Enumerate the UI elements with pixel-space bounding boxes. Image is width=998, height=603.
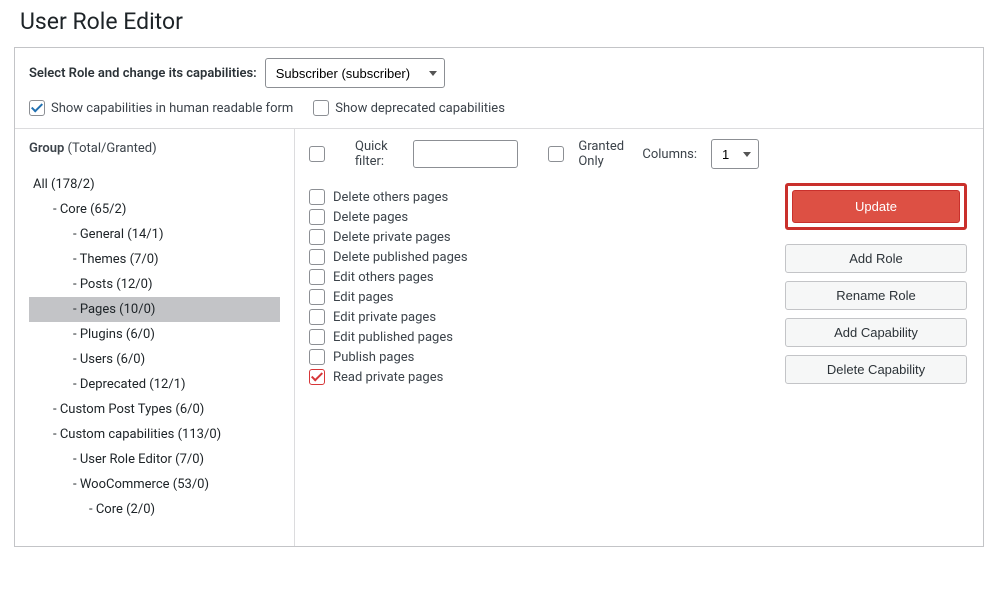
capability-checkbox[interactable] [309, 209, 325, 225]
capability-checkbox[interactable] [309, 229, 325, 245]
role-select-label: Select Role and change its capabilities: [29, 66, 257, 81]
page-title: User Role Editor [0, 0, 998, 47]
actions-column: Update Add Role Rename Role Add Capabili… [773, 129, 983, 546]
capability-item: Delete published pages [309, 247, 759, 267]
human-readable-label: Show capabilities in human readable form [51, 101, 293, 116]
deprecated-label: Show deprecated capabilities [335, 101, 505, 116]
editor-panel: Select Role and change its capabilities:… [14, 47, 984, 547]
group-item[interactable]: - Users (6/0) [29, 347, 280, 372]
quick-filter-label: Quick filter: [355, 139, 399, 169]
group-item[interactable]: - Custom Post Types (6/0) [29, 397, 280, 422]
capability-label: Edit others pages [333, 270, 434, 285]
capability-checkbox[interactable] [309, 189, 325, 205]
deprecated-checkbox[interactable] [313, 100, 329, 116]
select-all-checkbox[interactable] [309, 146, 325, 162]
capability-checkbox[interactable] [309, 269, 325, 285]
main-area: Group (Total/Granted) All (178/2)- Core … [15, 129, 983, 546]
capability-item: Read private pages [309, 367, 759, 387]
capability-item: Delete others pages [309, 187, 759, 207]
capability-checkbox[interactable] [309, 289, 325, 305]
group-item[interactable]: - User Role Editor (7/0) [29, 447, 280, 472]
update-button[interactable]: Update [792, 190, 960, 223]
capability-item: Edit pages [309, 287, 759, 307]
quick-filter-input[interactable] [413, 140, 518, 168]
granted-only-checkbox[interactable] [548, 146, 564, 162]
options-row: Show capabilities in human readable form… [15, 96, 983, 128]
capability-label: Read private pages [333, 370, 443, 385]
capability-label: Delete published pages [333, 250, 468, 265]
add-capability-button[interactable]: Add Capability [785, 318, 967, 347]
group-tree: All (178/2)- Core (65/2)- General (14/1)… [29, 172, 280, 522]
capability-label: Edit pages [333, 290, 394, 305]
capability-item: Edit others pages [309, 267, 759, 287]
capability-label: Delete others pages [333, 190, 448, 205]
role-select[interactable]: Subscriber (subscriber) [265, 58, 445, 88]
capability-label: Publish pages [333, 350, 414, 365]
filter-row: Quick filter: Granted Only Columns: 1 [309, 139, 759, 169]
capability-label: Edit published pages [333, 330, 453, 345]
capability-checkbox[interactable] [309, 349, 325, 365]
group-item[interactable]: - Core (2/0) [29, 497, 280, 522]
update-highlight: Update [785, 183, 967, 230]
capability-list: Delete others pages Delete pages Delete pr… [309, 187, 759, 387]
role-select-row: Select Role and change its capabilities:… [15, 48, 983, 96]
capability-item: Edit published pages [309, 327, 759, 347]
group-item[interactable]: - WooCommerce (53/0) [29, 472, 280, 497]
capability-item: Edit private pages [309, 307, 759, 327]
capability-label: Delete private pages [333, 230, 451, 245]
group-item[interactable]: - Plugins (6/0) [29, 322, 280, 347]
add-role-button[interactable]: Add Role [785, 244, 967, 273]
human-readable-checkbox[interactable] [29, 100, 45, 116]
capability-item: Delete pages [309, 207, 759, 227]
group-item[interactable]: - Core (65/2) [29, 197, 280, 222]
group-header: Group (Total/Granted) [29, 141, 280, 156]
group-item[interactable]: - Posts (12/0) [29, 272, 280, 297]
capability-checkbox[interactable] [309, 249, 325, 265]
granted-only-label: Granted Only [578, 139, 628, 169]
capability-checkbox[interactable] [309, 309, 325, 325]
capability-item: Delete private pages [309, 227, 759, 247]
delete-capability-button[interactable]: Delete Capability [785, 355, 967, 384]
group-item[interactable]: All (178/2) [29, 172, 280, 197]
capabilities-column: Quick filter: Granted Only Columns: 1 De… [295, 129, 773, 546]
capability-item: Publish pages [309, 347, 759, 367]
capability-checkbox[interactable] [309, 329, 325, 345]
capability-label: Delete pages [333, 210, 408, 225]
group-item[interactable]: - Pages (10/0) [29, 297, 280, 322]
group-item[interactable]: - Deprecated (12/1) [29, 372, 280, 397]
columns-label: Columns: [642, 147, 697, 162]
capability-label: Edit private pages [333, 310, 436, 325]
content-area: Quick filter: Granted Only Columns: 1 De… [295, 129, 983, 546]
group-item[interactable]: - Themes (7/0) [29, 247, 280, 272]
rename-role-button[interactable]: Rename Role [785, 281, 967, 310]
group-item[interactable]: - Custom capabilities (113/0) [29, 422, 280, 447]
capability-checkbox[interactable] [309, 369, 325, 385]
group-item[interactable]: - General (14/1) [29, 222, 280, 247]
columns-select[interactable]: 1 [711, 139, 759, 169]
group-sidebar: Group (Total/Granted) All (178/2)- Core … [15, 129, 295, 546]
